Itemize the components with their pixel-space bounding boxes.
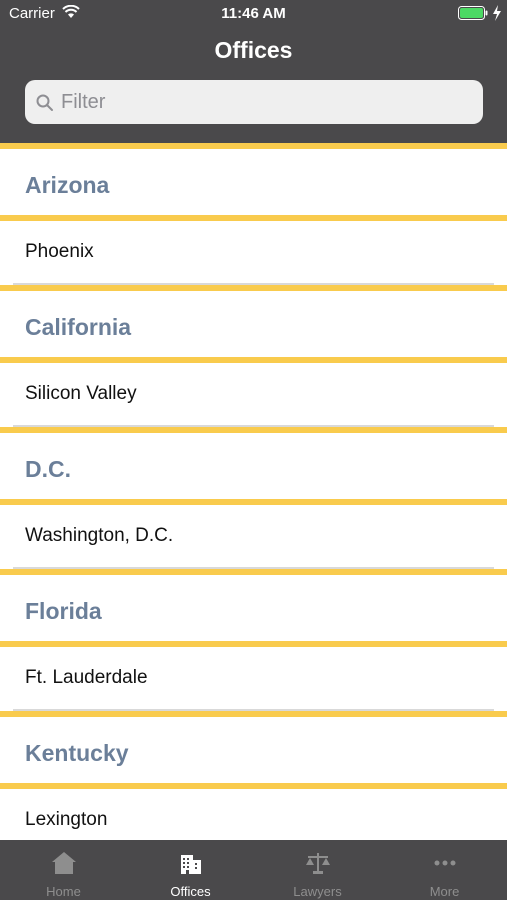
section-title: Kentucky <box>25 740 129 766</box>
home-icon <box>51 852 76 874</box>
section-title: D.C. <box>25 456 71 482</box>
search-icon <box>35 93 55 118</box>
list-item[interactable]: Phoenix <box>0 221 507 285</box>
section-header-dc: D.C. <box>0 427 507 505</box>
section-title: Florida <box>25 598 102 624</box>
charging-icon <box>492 5 502 25</box>
header: Carrier 11:46 AM Offices <box>0 0 507 143</box>
search-input[interactable] <box>61 80 461 124</box>
list-item-label: Ft. Lauderdale <box>25 667 148 688</box>
tab-label: Home <box>46 884 81 899</box>
tab-label: Offices <box>170 884 211 899</box>
tab-lawyers[interactable]: Lawyers <box>254 840 381 900</box>
list-item[interactable]: Silicon Valley <box>0 363 507 427</box>
tab-more[interactable]: More <box>381 840 507 900</box>
status-time: 11:46 AM <box>221 5 286 22</box>
tab-label: Lawyers <box>293 884 342 899</box>
list-item-label: Phoenix <box>25 241 94 262</box>
search-bar[interactable] <box>25 80 483 124</box>
section-title: California <box>25 314 132 340</box>
list-item[interactable]: Washington, D.C. <box>0 505 507 569</box>
section-header-kentucky: Kentucky <box>0 711 507 789</box>
tab-bar: Home Offices Lawyers More <box>0 840 507 900</box>
section-header-florida: Florida <box>0 569 507 647</box>
scales-icon <box>305 853 330 874</box>
list-item-label: Lexington <box>25 809 108 830</box>
section-header-california: California <box>0 285 507 363</box>
offices-list[interactable]: Arizona Phoenix California Silicon Valle… <box>0 143 507 840</box>
tab-home[interactable]: Home <box>0 840 127 900</box>
list-item-label: Washington, D.C. <box>25 525 174 546</box>
tab-offices[interactable]: Offices <box>127 840 254 900</box>
more-icon <box>434 860 455 866</box>
list-item[interactable]: Lexington <box>0 789 507 840</box>
tab-label: More <box>429 884 460 899</box>
section-header-arizona: Arizona <box>0 143 507 221</box>
list-item-label: Silicon Valley <box>25 383 137 404</box>
section-title: Arizona <box>25 172 110 198</box>
status-bar: Carrier 11:46 AM <box>0 0 507 28</box>
battery-icon <box>458 6 488 24</box>
building-icon <box>180 855 201 874</box>
page-title: Offices <box>214 37 293 63</box>
list-item[interactable]: Ft. Lauderdale <box>0 647 507 711</box>
